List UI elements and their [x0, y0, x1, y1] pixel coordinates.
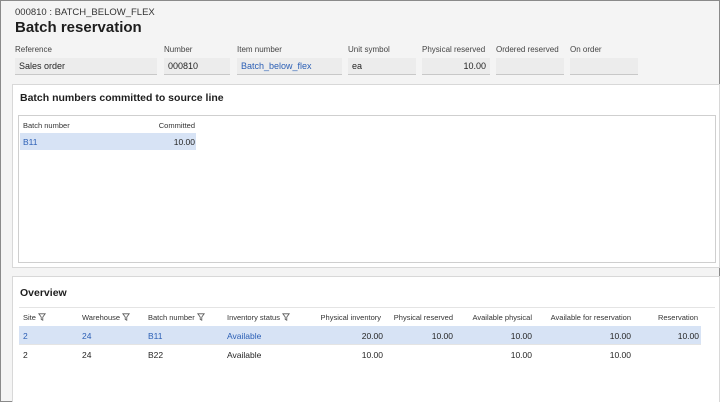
site-cell[interactable]: 2: [23, 350, 28, 360]
ordered-reserved-value[interactable]: [496, 58, 564, 75]
col-site[interactable]: Site: [23, 313, 46, 322]
committed-panel: Batch numbers committed to source line B…: [12, 84, 720, 268]
col-batch-number[interactable]: Batch number: [148, 313, 205, 322]
available-physical-cell: 10.00: [510, 350, 532, 360]
physical-reserved-field: Physical reserved 10.00: [422, 44, 490, 75]
filter-icon[interactable]: [122, 313, 131, 321]
on-order-label: On order: [570, 45, 602, 54]
reservation-cell[interactable]: 10.00: [643, 331, 699, 341]
physical-reserved-cell: 10.00: [431, 331, 453, 341]
committed-value: 10.00: [173, 137, 195, 147]
batch-number-cell[interactable]: B22: [148, 350, 163, 360]
on-order-value[interactable]: [570, 58, 638, 75]
overview-title: Overview: [20, 287, 67, 299]
breadcrumb: 000810 : BATCH_BELOW_FLEX: [15, 7, 155, 18]
ordered-reserved-field: Ordered reserved: [496, 44, 564, 75]
unit-symbol-field: Unit symbol ea: [348, 44, 416, 75]
col-available-for-reservation[interactable]: Available for reservation: [535, 313, 631, 322]
reference-field: Reference Sales order: [15, 44, 157, 75]
col-warehouse[interactable]: Warehouse: [82, 313, 131, 322]
item-number-label: Item number: [237, 45, 282, 54]
item-number-field: Item number Batch_below_flex: [237, 44, 342, 75]
warehouse-cell[interactable]: 24: [82, 350, 91, 360]
inventory-status-cell[interactable]: Available: [227, 331, 261, 341]
filter-icon[interactable]: [281, 313, 290, 321]
available-for-reservation-cell: 10.00: [609, 331, 631, 341]
col-committed[interactable]: Committed: [129, 121, 195, 130]
col-batch-number[interactable]: Batch number: [23, 121, 70, 130]
col-reservation[interactable]: Reservation: [643, 313, 698, 322]
item-number-link[interactable]: Batch_below_flex: [237, 58, 342, 75]
physical-inventory-cell: 10.00: [361, 350, 383, 360]
physical-reserved-value[interactable]: 10.00: [422, 58, 490, 75]
batch-number-cell[interactable]: B11: [148, 331, 163, 341]
col-inventory-status[interactable]: Inventory status: [227, 313, 290, 322]
col-physical-reserved[interactable]: Physical reserved: [385, 313, 453, 322]
unit-symbol-label: Unit symbol: [348, 45, 390, 54]
col-available-physical[interactable]: Available physical: [458, 313, 532, 322]
site-cell[interactable]: 2: [23, 331, 28, 341]
reference-value[interactable]: Sales order: [15, 58, 157, 75]
committed-section-title: Batch numbers committed to source line: [20, 92, 224, 104]
warehouse-cell[interactable]: 24: [82, 331, 91, 341]
unit-symbol-value[interactable]: ea: [348, 58, 416, 75]
number-label: Number: [164, 45, 193, 54]
available-for-reservation-cell: 10.00: [609, 350, 631, 360]
available-physical-cell: 10.00: [510, 331, 532, 341]
number-value[interactable]: 000810: [164, 58, 230, 75]
inventory-status-cell[interactable]: Available: [227, 350, 261, 360]
page-title: Batch reservation: [15, 19, 142, 36]
filter-icon[interactable]: [196, 313, 205, 321]
committed-grid: Batch number Committed B11 10.00: [18, 115, 716, 263]
committed-batch-link[interactable]: B11: [23, 137, 38, 147]
overview-panel: Overview Site Warehouse Batch number Inv…: [12, 276, 720, 402]
physical-reserved-label: Physical reserved: [422, 45, 486, 54]
ordered-reserved-label: Ordered reserved: [496, 45, 559, 54]
filter-icon[interactable]: [37, 313, 46, 321]
physical-inventory-cell: 20.00: [361, 331, 383, 341]
on-order-field: On order: [570, 44, 638, 75]
number-field: Number 000810: [164, 44, 230, 75]
col-physical-inventory[interactable]: Physical inventory: [303, 313, 381, 322]
reference-label: Reference: [15, 45, 52, 54]
